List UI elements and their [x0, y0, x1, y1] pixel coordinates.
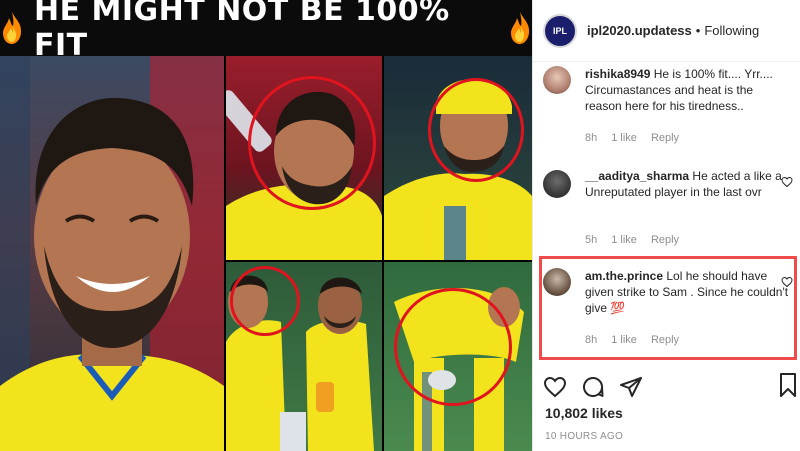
comment-body: __aaditya_sharma He acted a like a Unrep… — [585, 168, 791, 200]
instagram-panel: IPL ipl2020.updatess • Following rishika… — [532, 0, 800, 451]
reply-button[interactable]: Reply — [651, 234, 679, 246]
account-avatar[interactable]: IPL — [543, 13, 577, 48]
comment-time: 5h — [585, 234, 598, 246]
meme-image: HE MIGHT NOT BE 100% FIT — [0, 0, 532, 451]
meme-title-bar: HE MIGHT NOT BE 100% FIT — [0, 0, 532, 63]
panel-drinking-player — [226, 56, 382, 260]
heart-icon[interactable] — [781, 276, 793, 288]
highlight-circle — [230, 266, 300, 336]
commenter-avatar[interactable] — [543, 268, 571, 296]
comment-username[interactable]: __aaditya_sharma — [585, 169, 689, 183]
comment-meta: 8h 1 like Reply — [585, 132, 679, 144]
panel-standing-player — [384, 56, 532, 260]
meme-title: HE MIGHT NOT BE 100% FIT — [34, 0, 450, 63]
comment-username[interactable]: am.the.prince — [585, 269, 663, 283]
follow-status[interactable]: Following — [704, 23, 759, 38]
comment-time: 8h — [585, 132, 598, 144]
comment: __aaditya_sharma He acted a like a Unrep… — [533, 168, 800, 248]
highlight-circle — [428, 78, 524, 182]
avatar-text: IPL — [552, 25, 567, 36]
fire-icon — [508, 11, 532, 45]
comment: rishika8949 He is 100% fit.... Yrr.... C… — [533, 66, 800, 152]
comment: am.the.prince Lol he should have given s… — [533, 268, 800, 348]
hundred-emoji: 💯 — [610, 301, 626, 315]
post-header: IPL ipl2020.updatess • Following — [533, 0, 800, 62]
comment-likes[interactable]: 1 like — [611, 132, 637, 144]
comment-meta: 5h 1 like Reply — [585, 234, 679, 246]
panel-two-players — [226, 262, 382, 451]
comment-time: 8h — [585, 334, 598, 346]
comment-bubble-icon[interactable] — [581, 375, 605, 399]
reply-button[interactable]: Reply — [651, 334, 679, 346]
commenter-avatar[interactable] — [543, 66, 571, 94]
account-name[interactable]: ipl2020.updatess — [587, 23, 692, 38]
comment-likes[interactable]: 1 like — [611, 234, 637, 246]
highlight-circle — [248, 76, 376, 210]
reply-button[interactable]: Reply — [651, 132, 679, 144]
likes-count[interactable]: 10,802 likes — [545, 405, 623, 421]
comment-likes[interactable]: 1 like — [611, 334, 637, 346]
separator-dot: • — [695, 23, 701, 38]
panel-smiling-player — [0, 56, 224, 451]
comment-body: rishika8949 He is 100% fit.... Yrr.... C… — [585, 66, 791, 114]
comment-username[interactable]: rishika8949 — [585, 67, 650, 81]
comment-body: am.the.prince Lol he should have given s… — [585, 268, 791, 316]
comment-meta: 8h 1 like Reply — [585, 334, 679, 346]
highlight-circle — [394, 288, 512, 406]
fire-icon — [0, 11, 24, 45]
post-timestamp: 10 HOURS AGO — [545, 431, 624, 442]
commenter-avatar[interactable] — [543, 170, 571, 198]
post-actions — [543, 372, 800, 402]
share-send-icon[interactable] — [619, 375, 643, 399]
like-heart-icon[interactable] — [543, 375, 567, 399]
panel-bending-player — [384, 262, 532, 451]
bookmark-icon[interactable] — [778, 372, 798, 398]
heart-icon[interactable] — [781, 176, 793, 188]
